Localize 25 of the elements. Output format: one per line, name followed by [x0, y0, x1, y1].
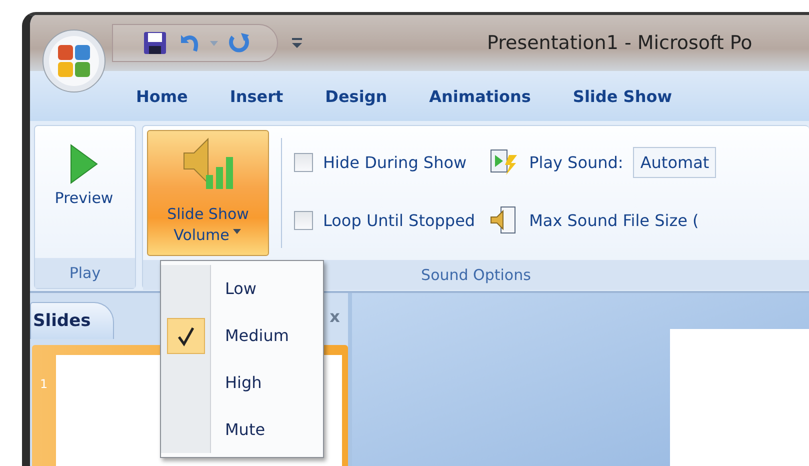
caret-icon[interactable]: [232, 226, 242, 235]
checkbox-label: Loop Until Stopped: [323, 210, 476, 230]
checkbox[interactable]: [294, 210, 313, 230]
ribbon-tab[interactable]: Insert: [230, 86, 312, 106]
ribbon-tab[interactable]: Design: [325, 86, 416, 106]
checkbox-label: Hide During Show: [323, 152, 467, 172]
redo-icon[interactable]: [227, 31, 251, 55]
ribbon-tab[interactable]: Home: [136, 86, 216, 106]
save-icon[interactable]: [143, 31, 167, 55]
menu-item[interactable]: Mute: [161, 406, 323, 453]
play-icon[interactable]: [69, 143, 99, 185]
pane-tab[interactable]: Slides: [30, 302, 114, 339]
preview-button[interactable]: Preview: [39, 130, 129, 211]
slide-number: 1: [40, 376, 48, 393]
ribbon-tab[interactable]: Slide Show: [572, 86, 700, 106]
ribbon-tab[interactable]: Animations: [429, 86, 559, 106]
menu-item[interactable]: High: [161, 359, 323, 406]
play-sound-icon[interactable]: [489, 147, 520, 177]
slide-show-volume-button[interactable]: Slide Show Volume: [147, 130, 269, 256]
play-sound-dropdown[interactable]: Automat: [633, 146, 716, 178]
group-label: Play: [35, 258, 135, 288]
checkbox[interactable]: [294, 152, 313, 172]
field-label: Max Sound File Size (: [529, 210, 699, 230]
window-title: Presentation1 - Microsoft Po: [487, 32, 752, 54]
field-label: Play Sound:: [529, 152, 624, 172]
